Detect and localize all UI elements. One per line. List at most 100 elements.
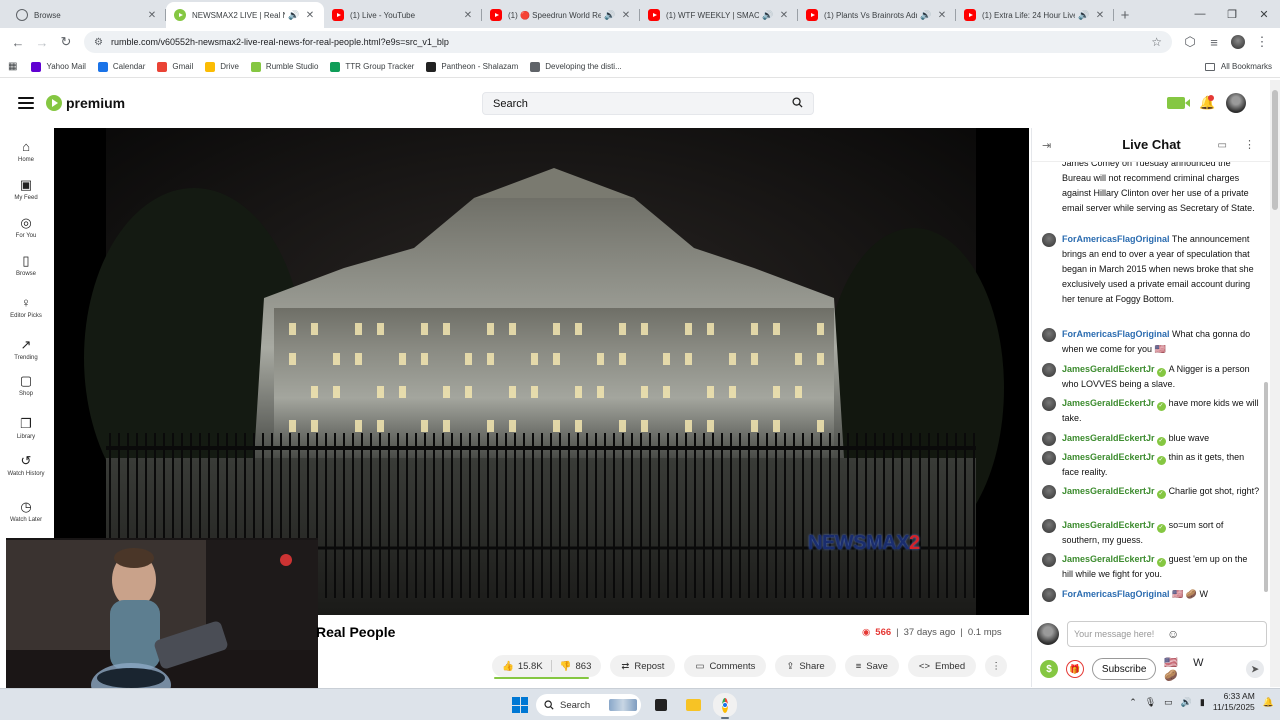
chat-menu-icon[interactable]: ⋮ — [1244, 138, 1255, 151]
chat-username[interactable]: JamesGeraldEckertJr — [1062, 398, 1155, 408]
tab-audio-icon[interactable]: 🔊 — [288, 10, 300, 21]
bookmark-item[interactable]: TTR Group Tracker — [330, 61, 414, 72]
share-button[interactable]: ⇪ Share — [775, 655, 836, 677]
tab-1[interactable]: NEWSMAX2 LIVE | Real News🔊 ✕ — [166, 2, 324, 28]
nav-item-editor-picks[interactable]: ♀ Editor Picks — [0, 296, 52, 320]
chat-avatar[interactable] — [1042, 432, 1056, 446]
save-button[interactable]: ≡ Save — [844, 655, 899, 677]
tab-close-icon[interactable]: ✕ — [778, 10, 790, 21]
search-icon[interactable] — [792, 96, 803, 111]
emoji-icon[interactable]: ☺ — [1167, 627, 1260, 641]
tab-4[interactable]: (1) WTF WEEKLY | SMAC Highlights🔊 ✕ — [640, 2, 798, 28]
tab-audio-icon[interactable]: 🔊 — [1078, 10, 1090, 21]
chat-avatar[interactable] — [1042, 553, 1056, 567]
chat-avatar[interactable] — [1042, 233, 1056, 247]
close-window-icon[interactable]: ✕ — [1248, 0, 1280, 28]
bookmark-item[interactable]: Developing the disti... — [530, 61, 622, 72]
tab-audio-icon[interactable]: 🔊 — [762, 10, 774, 21]
bookmark-item[interactable]: Gmail — [157, 61, 193, 72]
restore-icon[interactable]: ❐ — [1216, 0, 1248, 28]
chat-emotes[interactable]: 🇺🇸 W 🥔 — [1164, 656, 1238, 682]
nav-item-watch-history[interactable]: ↺ Watch History — [0, 454, 52, 478]
tray-chevron-icon[interactable]: ⌃ — [1129, 697, 1137, 708]
chat-username[interactable]: JamesGeraldEckertJr — [1062, 520, 1155, 530]
go-live-camera-icon[interactable] — [1167, 97, 1190, 109]
nav-item-for-you[interactable]: ◎ For You — [0, 216, 52, 240]
tab-3[interactable]: (1) 🔴 Speedrun World Record🔊 ✕ — [482, 2, 640, 28]
subscribe-button[interactable]: Subscribe — [1091, 658, 1157, 680]
rumble-logo[interactable]: premium — [46, 95, 125, 111]
tab-close-icon[interactable]: ✕ — [304, 10, 316, 21]
tab-6[interactable]: (1) Extra Life: 24 Hour Livestream🔊 ✕ — [956, 2, 1114, 28]
profile-icon[interactable] — [1226, 30, 1250, 54]
send-icon[interactable]: ➤ — [1246, 660, 1265, 678]
media-controls-icon[interactable]: ≡ — [1202, 30, 1226, 54]
bookmark-item[interactable]: Calendar — [97, 61, 145, 72]
reload-icon[interactable]: ↻ — [54, 30, 78, 54]
volume-icon[interactable]: 🔊 — [1181, 697, 1192, 708]
bookmark-item[interactable]: Rumble Studio — [250, 61, 318, 72]
notifications-bell-icon[interactable]: 🔔 — [1199, 95, 1215, 110]
search-input[interactable]: Search — [482, 92, 814, 115]
chat-username[interactable]: ForAmericasFlagOriginal — [1062, 589, 1170, 599]
site-info-icon[interactable]: ⚙ — [94, 37, 103, 48]
popout-chat-icon[interactable]: ▭ — [1218, 140, 1227, 151]
thumbs-down-icon[interactable]: 👎 — [560, 661, 572, 672]
microphone-icon[interactable]: 🎙 — [1145, 697, 1156, 708]
chat-username[interactable]: JamesGeraldEckertJr — [1062, 433, 1155, 443]
chat-username[interactable]: JamesGeraldEckertJr — [1062, 452, 1155, 462]
apps-icon[interactable]: ▦ — [8, 61, 17, 72]
nav-item-shop[interactable]: ▢ Shop — [0, 374, 52, 398]
tab-close-icon[interactable]: ✕ — [1094, 10, 1106, 21]
chat-avatar[interactable] — [1042, 485, 1056, 499]
clock[interactable]: 6:33 AM 11/15/2025 — [1213, 691, 1255, 713]
notifications-icon[interactable]: 🔔 — [1263, 697, 1274, 708]
chat-username[interactable]: ForAmericasFlagOriginal — [1062, 234, 1170, 244]
taskbar-search[interactable]: Search — [536, 694, 641, 716]
file-explorer-icon[interactable] — [681, 693, 705, 717]
chat-scrollbar[interactable] — [1263, 162, 1269, 606]
nav-item-home[interactable]: ⌂ Home — [0, 140, 52, 164]
bookmark-item[interactable]: Drive — [205, 61, 239, 72]
chat-avatar[interactable] — [1042, 397, 1056, 411]
tab-audio-icon[interactable]: 🔊 — [920, 10, 932, 21]
forward-icon[interactable]: → — [30, 30, 54, 54]
network-icon[interactable]: ▭ — [1164, 697, 1173, 708]
bookmark-item[interactable]: Pantheon - Shalazam — [426, 61, 518, 72]
gift-icon[interactable]: 🎁 — [1065, 660, 1084, 678]
embed-button[interactable]: <> Embed — [907, 655, 977, 677]
bookmark-star-icon[interactable]: ☆ — [1151, 35, 1162, 49]
chat-avatar[interactable] — [1042, 451, 1056, 465]
user-avatar[interactable] — [1226, 93, 1246, 113]
chat-username[interactable]: ForAmericasFlagOriginal — [1062, 329, 1170, 339]
nav-item-trending[interactable]: ↗ Trending — [0, 338, 52, 362]
chat-avatar[interactable] — [1042, 328, 1056, 342]
more-options-icon[interactable]: ⋮ — [985, 655, 1008, 677]
chat-avatar[interactable] — [1042, 519, 1056, 533]
address-bar[interactable]: ⚙ rumble.com/v60552h-newsmax2-live-real-… — [84, 31, 1172, 53]
menu-icon[interactable]: ⋮ — [1250, 30, 1274, 54]
chat-message-input[interactable]: Your message here! ☺ — [1067, 621, 1267, 647]
tab-2[interactable]: (1) Live - YouTube ✕ — [324, 2, 482, 28]
chat-avatar[interactable] — [1042, 363, 1056, 377]
chrome-icon[interactable] — [713, 693, 737, 719]
windows-start-icon[interactable] — [512, 697, 528, 713]
nav-item-library[interactable]: ❐ Library — [0, 417, 52, 441]
back-icon[interactable]: ← — [6, 30, 30, 54]
rant-dollar-icon[interactable]: $ — [1040, 660, 1058, 678]
page-scrollbar[interactable] — [1270, 80, 1280, 687]
nav-item-my-feed[interactable]: ▣ My Feed — [0, 178, 52, 202]
tab-close-icon[interactable]: ✕ — [462, 10, 474, 21]
extensions-icon[interactable]: ⬡ — [1178, 30, 1202, 54]
battery-icon[interactable]: ▮ — [1200, 697, 1205, 708]
new-tab-icon[interactable]: + — [1114, 2, 1136, 28]
repost-button[interactable]: ⇄ Repost — [610, 655, 676, 677]
tab-audio-icon[interactable]: 🔊 — [604, 10, 616, 21]
tab-close-icon[interactable]: ✕ — [146, 10, 158, 21]
task-view-icon[interactable] — [649, 693, 673, 717]
minimize-icon[interactable]: — — [1184, 0, 1216, 28]
nav-item-browse[interactable]: ▯ Browse — [0, 254, 52, 278]
tab-0[interactable]: Browse ✕ — [8, 2, 166, 28]
tab-5[interactable]: (1) Plants Vs Brainrots Admin🔊 ✕ — [798, 2, 956, 28]
all-bookmarks-button[interactable]: All Bookmarks — [1204, 62, 1272, 71]
